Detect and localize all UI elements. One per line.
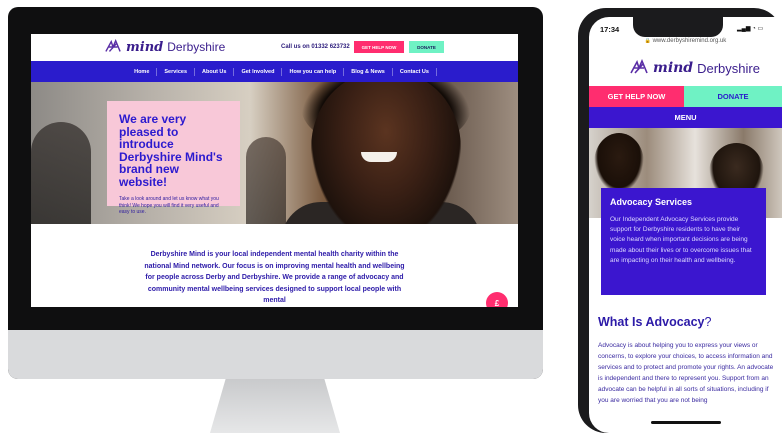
hero-person-smile [361,152,397,162]
nav-item-blog[interactable]: Blog & News [344,67,393,76]
nav-item-contact[interactable]: Contact Us [393,67,437,76]
intro-section: Derbyshire Mind is your local independen… [31,224,518,307]
donate-button[interactable]: DONATE [409,41,444,53]
phone-notch [633,17,723,37]
hero-banner: We are very pleased to introduce Derbysh… [31,82,518,224]
desktop-screen: mind Derbyshire Call us on 01332 623732 … [31,34,518,307]
mobile-logo[interactable]: mind Derbyshire [629,59,760,77]
section-heading-mark: ? [704,315,712,329]
address-bar[interactable]: 🔒 www.derbyshiremind.org.uk [589,38,782,49]
url-text: www.derbyshiremind.org.uk [652,38,727,44]
status-icons: ▂▄▆ ◔ ▭ [737,26,764,32]
phone-number[interactable]: Call us on 01332 623732 [281,44,350,50]
mobile-get-help-button[interactable]: GET HELP NOW [589,86,684,107]
advocacy-card-text: Our Independent Advocacy Services provid… [610,216,752,264]
nav-item-home[interactable]: Home [127,67,158,76]
nav-item-get-involved[interactable]: Get Involved [234,67,283,76]
logo-region-word: Derbyshire [167,40,226,54]
logo-mind-word: mind [126,39,164,55]
desktop-logo[interactable]: mind Derbyshire [104,39,225,55]
mind-logo-icon [630,59,648,74]
mobile-menu-button[interactable]: MENU [589,107,782,128]
logo-mind-word: mind [653,60,694,76]
mobile-screen: 17:34 ▂▄▆ ◔ ▭ 🔒 www.derbyshiremind.org.u… [589,17,782,433]
desktop-header: mind Derbyshire Call us on 01332 623732 … [31,34,518,61]
donate-badge-icon[interactable]: £ [486,292,508,307]
status-time: 17:34 [600,25,620,34]
section-text: Advocacy is about helping you to express… [598,342,774,404]
nav-item-how-you-can-help[interactable]: How you can help [282,67,345,76]
nav-item-about[interactable]: About Us [195,67,235,76]
hero-text: Take a look around and let us know what … [119,196,219,215]
advocacy-card-title: Advocacy Services [610,197,693,207]
main-nav: Home Services About Us Get Involved How … [31,61,518,82]
intro-text: Derbyshire Mind is your local independen… [144,251,405,304]
section-heading: What Is Advocacy? [598,315,711,329]
hero-background-person [246,137,286,224]
advocacy-card: Advocacy Services Our Independent Advoca… [601,188,766,295]
get-help-button[interactable]: GET HELP NOW [354,41,404,53]
photo-person [594,133,644,193]
logo-region-word: Derbyshire [697,60,760,76]
hero-background-person [31,122,91,224]
section-heading-text: What Is Advocacy [598,315,705,329]
home-indicator [651,421,721,424]
nav-item-services[interactable]: Services [157,67,196,76]
monitor-stand [210,379,340,433]
hero-title: We are very pleased to introduce Derbysh… [119,112,223,189]
device-mockup-stage: mind Derbyshire Call us on 01332 623732 … [0,0,782,433]
hero-welcome-card: We are very pleased to introduce Derbysh… [107,101,240,215]
monitor-chin [8,330,543,379]
mind-logo-icon [105,39,121,52]
lock-icon: 🔒 [644,38,651,44]
mobile-donate-button[interactable]: DONATE [684,86,782,107]
